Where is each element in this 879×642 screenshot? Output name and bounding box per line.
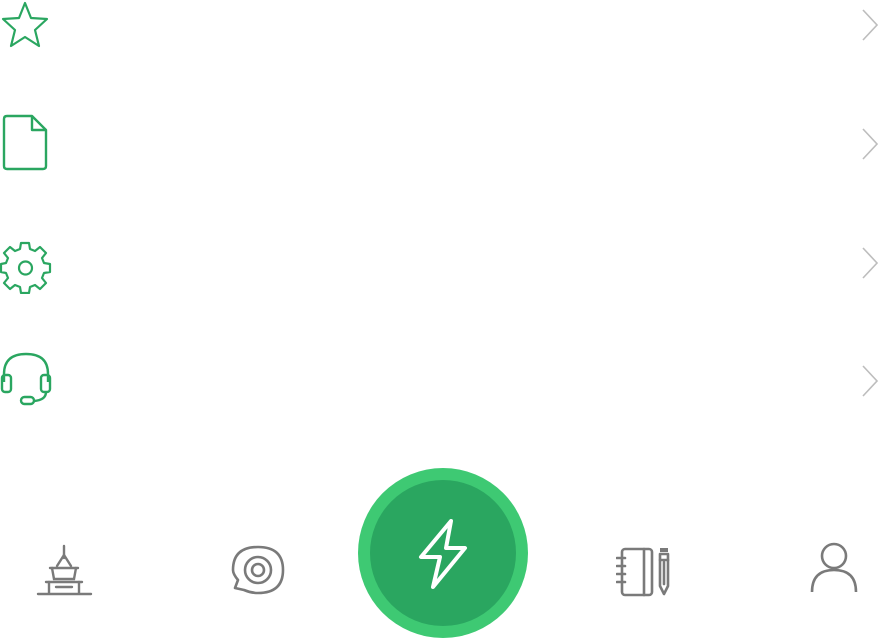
tower-icon — [36, 544, 94, 604]
star-icon — [0, 0, 52, 60]
menu-item-favorites[interactable] — [0, 0, 879, 80]
document-icon — [0, 110, 52, 171]
chat-target-icon — [230, 545, 286, 600]
chevron-right-icon — [861, 8, 879, 42]
quick-action-button[interactable] — [358, 468, 528, 638]
fab-inner-circle — [370, 480, 516, 626]
headset-icon — [0, 350, 52, 410]
tab-profile[interactable] — [810, 542, 858, 596]
chevron-right-icon — [861, 246, 879, 280]
gear-icon — [0, 238, 52, 298]
chevron-right-icon — [861, 364, 879, 398]
chevron-right-icon — [861, 127, 879, 161]
user-icon — [810, 542, 858, 600]
menu-item-support[interactable] — [0, 350, 879, 430]
profile-page — [0, 0, 879, 642]
notebook-pencil-icon — [615, 547, 674, 604]
tab-notes[interactable] — [615, 546, 674, 600]
tab-home[interactable] — [36, 544, 94, 600]
menu-item-settings[interactable] — [0, 238, 879, 318]
tab-messages[interactable] — [230, 544, 286, 596]
menu-item-documents[interactable] — [0, 110, 879, 190]
